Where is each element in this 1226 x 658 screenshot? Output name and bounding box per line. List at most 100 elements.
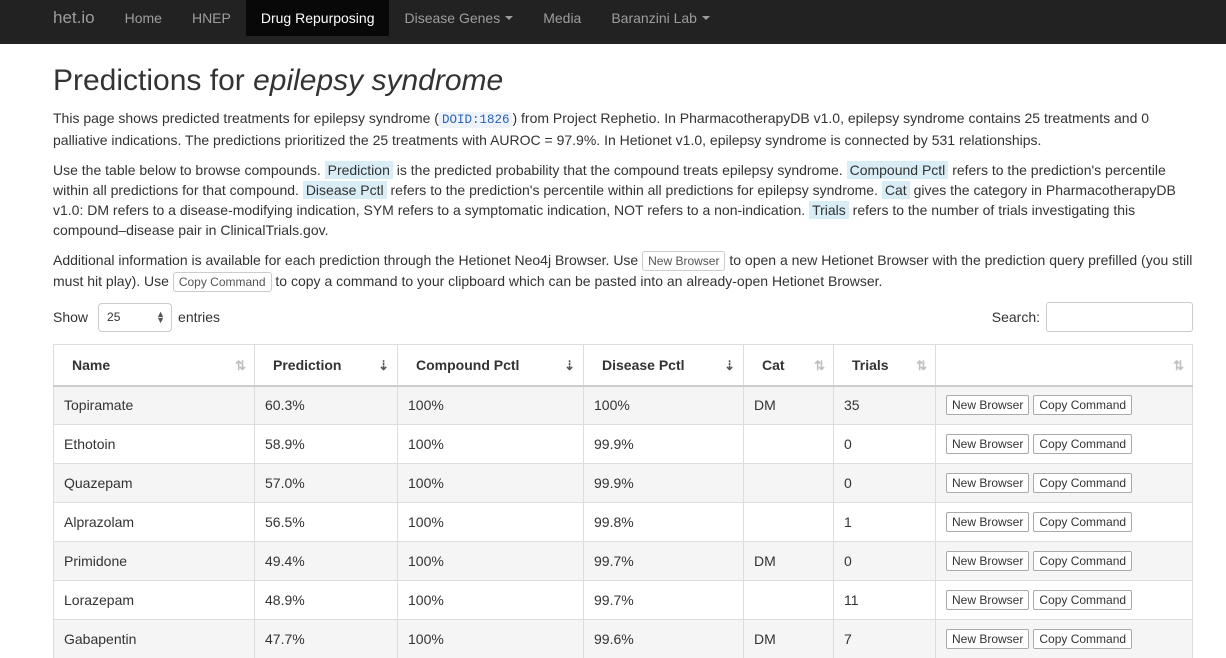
cell-compound-pctl: 100% [397,541,584,581]
sort-both-icon: ⇅ [814,358,825,373]
help-text-a: Use the table below to browse compounds. [53,162,321,178]
nav-disease-genes[interactable]: Disease Genes [389,0,528,36]
table-row: Primidone 49.4% 100% 99.7% DM 0 New Browser Cop… [53,541,1193,581]
cell-prediction: 57.0% [254,463,398,503]
cell-name: Quazepam [53,463,255,503]
cell-disease-pctl: 99.9% [583,463,744,503]
cell-actions: New Browser Copy Command [935,424,1193,464]
title-disease: epilepsy syndrome [253,64,504,97]
table-row: Lorazepam 48.9% 100% 99.7% 11 New Browser Copy… [53,580,1193,620]
cell-name: Gabapentin [53,619,255,658]
cell-actions: New Browser Copy Command [935,502,1193,542]
cell-name: Topiramate [53,385,255,425]
cell-name: Lorazepam [53,580,255,620]
copy-command-button[interactable]: Copy Command [1033,551,1133,571]
copy-command-button[interactable]: Copy Command [1033,434,1133,454]
column-header-prediction[interactable]: Prediction ⇣ [254,344,398,387]
entries-label: entries [178,309,221,325]
cell-cat [743,463,834,503]
cell-trials: 1 [833,502,936,542]
term-disease-pctl: Disease Pctl [302,181,387,199]
header-label: Name [72,356,111,373]
copy-command-button[interactable]: Copy Command [1033,473,1133,493]
cell-disease-pctl: 99.8% [583,502,744,542]
cell-disease-pctl: 99.7% [583,541,744,581]
table-row: Topiramate 60.3% 100% 100% DM 35 New Browser Co… [53,385,1193,425]
cell-disease-pctl: 99.9% [583,424,744,464]
cell-cat: DM [743,541,834,581]
copy-command-button[interactable]: Copy Command [1033,395,1133,416]
cell-trials: 0 [833,424,936,464]
header-label: Compound Pctl [416,356,520,373]
cell-prediction: 58.9% [254,424,398,464]
copy-command-button[interactable]: Copy Command [1033,512,1133,532]
cell-compound-pctl: 100% [397,385,584,425]
sort-desc-icon: ⇣ [564,358,575,373]
cell-trials: 35 [833,385,936,425]
new-browser-button[interactable]: New Browser [946,473,1030,493]
entries-select[interactable]: 25 ▲ ▼ [98,302,173,332]
entries-value: 25 [107,310,121,324]
table-row: Gabapentin 47.7% 100% 99.6% DM 7 New Browser Co… [53,619,1193,658]
column-header-disease-pctl[interactable]: Disease Pctl ⇣ [583,344,744,387]
cell-prediction: 48.9% [254,580,398,620]
main-content: Predictions for epilepsy syndrome This p… [0,64,1226,658]
page-title: Predictions for epilepsy syndrome [53,64,1193,98]
intro-text-a: This page shows predicted treatments for… [53,110,439,126]
table-row: Quazepam 57.0% 100% 99.9% 0 New Browser Copy C… [53,463,1193,503]
column-header-trials[interactable]: Trials ⇅ [833,344,936,387]
doid-link[interactable]: DOID:1826 [438,112,513,128]
term-compound-pctl: Compound Pctl [846,161,949,179]
column-header-actions[interactable]: ⇅ [935,344,1193,387]
search-control: Search: [992,302,1193,332]
nav-baranzini-lab[interactable]: Baranzini Lab [596,0,725,36]
search-input[interactable] [1046,302,1193,332]
help-text-d: refers to the prediction's percentile wi… [390,182,878,198]
table-help-paragraph: Use the table below to browse compounds.… [53,160,1193,240]
copy-command-button[interactable]: Copy Command [1033,590,1133,610]
table-body: Topiramate 60.3% 100% 100% DM 35 New Browser Co… [53,385,1193,658]
cell-cat [743,424,834,464]
nav-drug-repurposing[interactable]: Drug Repurposing [245,0,390,36]
column-header-cat[interactable]: Cat ⇅ [743,344,834,387]
nav-home[interactable]: Home [110,0,177,36]
sort-both-icon: ⇅ [235,358,246,373]
cell-name: Primidone [53,541,255,581]
new-browser-button[interactable]: New Browser [946,512,1030,532]
new-browser-button[interactable]: New Browser [946,395,1030,416]
caret-down-icon [505,16,514,20]
new-browser-button[interactable]: New Browser [946,551,1030,571]
cell-compound-pctl: 100% [397,580,584,620]
cell-disease-pctl: 100% [583,385,744,425]
cell-compound-pctl: 100% [397,424,584,464]
cell-actions: New Browser Copy Command [935,619,1193,658]
browser-text-c: to copy a command to your clipboard whic… [275,273,883,289]
cell-actions: New Browser Copy Command [935,385,1193,425]
sort-desc-icon: ⇣ [378,358,389,373]
column-header-compound-pctl[interactable]: Compound Pctl ⇣ [397,344,584,387]
new-browser-button[interactable]: New Browser [946,629,1030,649]
header-label: Prediction [273,356,342,373]
nav-media[interactable]: Media [528,0,596,36]
table-controls: Show 25 ▲ ▼ entries Search: [53,302,1193,332]
header-label: Trials [852,356,889,373]
table-row: Alprazolam 56.5% 100% 99.8% 1 New Browser Copy… [53,502,1193,542]
new-browser-button[interactable]: New Browser [946,434,1030,454]
cell-compound-pctl: 100% [397,463,584,503]
sort-desc-icon: ⇣ [724,358,735,373]
column-header-name[interactable]: Name ⇅ [53,344,255,387]
cell-name: Ethotoin [53,424,255,464]
cell-disease-pctl: 99.7% [583,580,744,620]
nav-disease-genes-label: Disease Genes [404,10,501,26]
cell-prediction: 49.4% [254,541,398,581]
brand-link[interactable]: het.io [38,0,110,44]
cell-actions: New Browser Copy Command [935,580,1193,620]
nav-baranzini-lab-label: Baranzini Lab [611,10,697,26]
copy-command-button[interactable]: Copy Command [1033,629,1133,649]
nav-hnep[interactable]: HNEP [177,0,246,36]
cell-cat: DM [743,619,834,658]
cell-disease-pctl: 99.6% [583,619,744,658]
term-cat: Cat [881,181,910,199]
cell-cat: DM [743,385,834,425]
new-browser-button[interactable]: New Browser [946,590,1030,610]
